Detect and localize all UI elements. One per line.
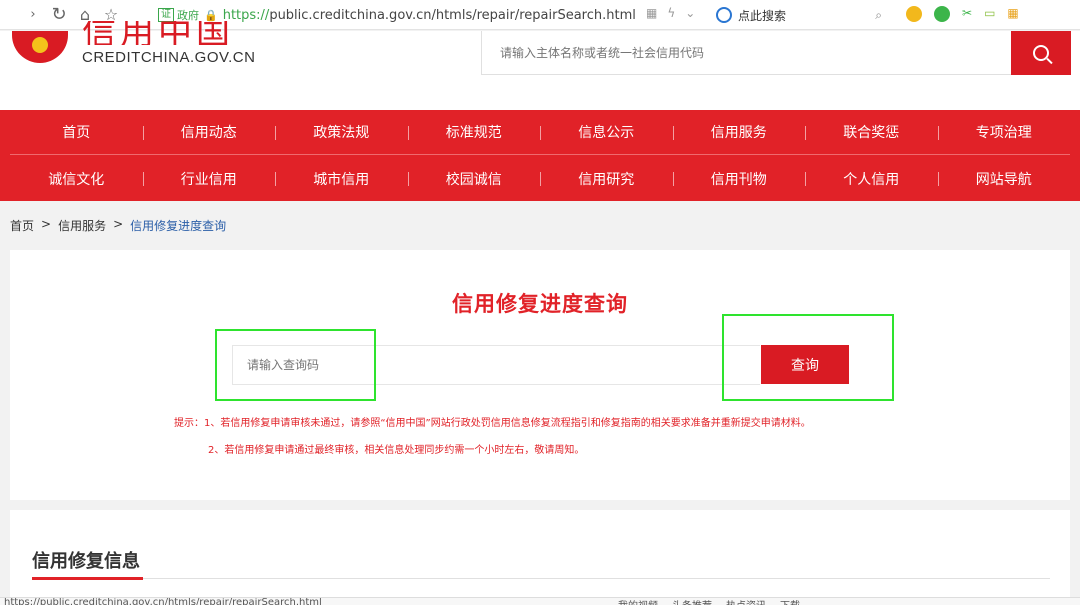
status-item-video[interactable]: 我的视频 <box>618 598 658 605</box>
breadcrumb-current[interactable]: 信用修复进度查询 <box>130 217 226 234</box>
main-nav: 首页 信用动态 政策法规 标准规范 信息公示 信用服务 联合奖惩 专项治理 诚信… <box>0 110 1080 201</box>
nav-item-home[interactable]: 首页 <box>10 110 143 154</box>
chevron-down-icon[interactable]: ⌄ <box>685 6 695 20</box>
search-engine-icon <box>716 7 732 23</box>
nav-item-credit-research[interactable]: 信用研究 <box>540 156 673 201</box>
nav-item-city-credit[interactable]: 城市信用 <box>275 156 408 201</box>
translate-icon[interactable] <box>934 6 950 22</box>
site-search-input[interactable] <box>482 31 1011 74</box>
nav-item-disclosure[interactable]: 信息公示 <box>540 110 673 154</box>
nav-item-industry-credit[interactable]: 行业信用 <box>142 156 276 201</box>
nav-item-policy[interactable]: 政策法规 <box>275 110 408 154</box>
status-url: https://public.creditchina.gov.cn/htmls/… <box>4 597 322 605</box>
section-title: 信用修复信息 <box>32 551 140 572</box>
highlight-box-button <box>722 314 894 401</box>
nav-item-joint-rewards[interactable]: 联合奖惩 <box>805 110 938 154</box>
breadcrumb-section[interactable]: 信用服务 <box>58 217 106 234</box>
search-icon <box>1033 45 1049 61</box>
status-item-download[interactable]: 下载 <box>780 598 800 605</box>
nav-item-credit-service[interactable]: 信用服务 <box>672 110 806 154</box>
breadcrumb-separator: > <box>41 217 52 231</box>
site-logo-cn[interactable]: 信用中国 <box>82 21 234 45</box>
site-header: 信用中国 CREDITCHINA.GOV.CN <box>0 21 1080 116</box>
highlight-box-input <box>215 329 376 401</box>
browser-search-box[interactable]: 点此搜索 ⌕ <box>716 4 890 26</box>
extension-icons: ✂ ▭ ▦ <box>906 6 1019 22</box>
coupon-icon[interactable] <box>906 6 922 22</box>
nav-row-1: 首页 信用动态 政策法规 标准规范 信息公示 信用服务 联合奖惩 专项治理 <box>10 110 1070 155</box>
breadcrumb: 首页 > 信用服务 > 信用修复进度查询 <box>10 217 226 234</box>
nav-item-personal-credit[interactable]: 个人信用 <box>805 156 938 201</box>
forward-icon[interactable]: › <box>20 2 46 28</box>
repair-query-panel: 信用修复进度查询 查询 提示：1、若信用修复申请审核未通过，请参照“信用中国”网… <box>10 250 1070 500</box>
nav-item-site-map[interactable]: 网站导航 <box>937 156 1071 201</box>
search-icon[interactable]: ⌕ <box>875 8 882 23</box>
section-title-underline <box>32 577 143 580</box>
nav-row-2: 诚信文化 行业信用 城市信用 校园诚信 信用研究 信用刊物 个人信用 网站导航 <box>10 156 1070 201</box>
apps-icon[interactable]: ▦ <box>1007 6 1018 22</box>
lock-icon: 🔒 <box>204 8 218 22</box>
address-tools: ▦ ϟ ⌄ <box>646 6 695 20</box>
gov-badge: 证 <box>158 8 174 22</box>
nav-item-credit-publications[interactable]: 信用刊物 <box>672 156 806 201</box>
browser-status-bar: https://public.creditchina.gov.cn/htmls/… <box>0 597 1080 605</box>
breadcrumb-home[interactable]: 首页 <box>10 217 34 234</box>
repair-info-panel: 信用修复信息 <box>10 510 1070 605</box>
divider <box>143 578 1050 579</box>
status-items: 我的视频 头条推荐 热点资讯 下载 <box>618 598 800 605</box>
tip-text-1: 提示：1、若信用修复申请审核未通过，请参照“信用中国”网站行政处罚信用信息修复流… <box>174 418 811 429</box>
nav-item-special-governance[interactable]: 专项治理 <box>937 110 1071 154</box>
lightning-icon[interactable]: ϟ <box>667 6 675 20</box>
nav-item-integrity-culture[interactable]: 诚信文化 <box>10 156 143 201</box>
status-item-headlines[interactable]: 头条推荐 <box>672 598 712 605</box>
nav-item-credit-news[interactable]: 信用动态 <box>142 110 276 154</box>
screenshot-icon[interactable]: ▭ <box>984 6 995 22</box>
site-search-field[interactable] <box>481 31 1012 75</box>
qr-icon[interactable]: ▦ <box>646 6 657 20</box>
nav-item-campus-integrity[interactable]: 校园诚信 <box>407 156 541 201</box>
national-emblem-logo <box>12 31 68 63</box>
browser-search-placeholder: 点此搜索 <box>738 8 787 23</box>
reload-icon[interactable]: ↻ <box>46 2 72 28</box>
site-logo-en[interactable]: CREDITCHINA.GOV.CN <box>82 49 255 66</box>
page-title: 信用修复进度查询 <box>452 292 628 316</box>
breadcrumb-separator: > <box>113 217 124 231</box>
nav-item-standards[interactable]: 标准规范 <box>407 110 541 154</box>
site-search-button[interactable] <box>1011 31 1071 75</box>
url-text: public.creditchina.gov.cn/htmls/repair/r… <box>269 7 636 23</box>
tip-text-2: 2、若信用修复申请通过最终审核，相关信息处理同步约需一个小时左右，敬请周知。 <box>208 445 585 456</box>
scissors-icon[interactable]: ✂ <box>962 6 972 22</box>
status-item-hot-news[interactable]: 热点资讯 <box>726 598 766 605</box>
